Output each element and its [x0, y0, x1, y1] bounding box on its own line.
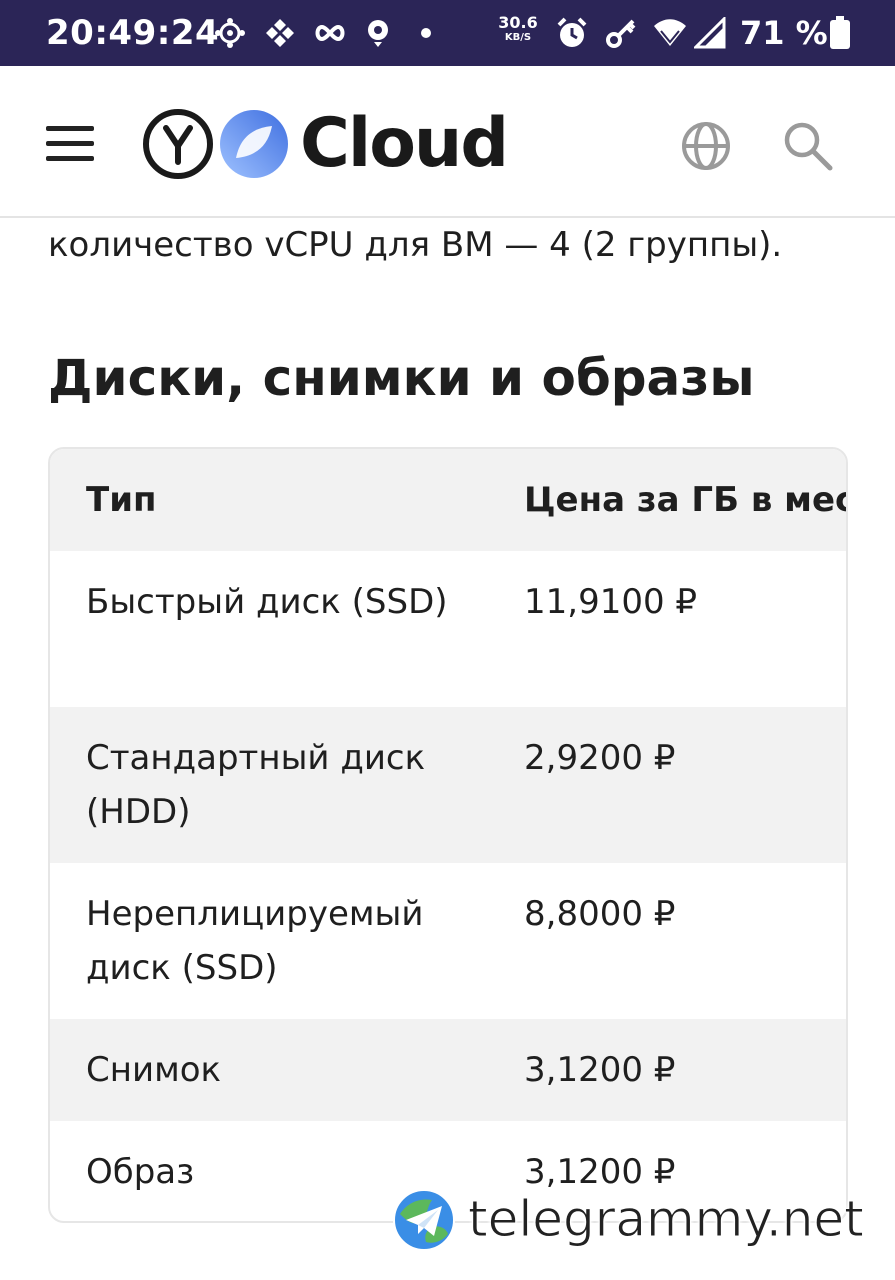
app-icon — [212, 14, 248, 52]
location-icon — [360, 14, 396, 52]
binance-icon — [262, 14, 298, 52]
network-speed: 30.6 KB/S — [497, 14, 539, 44]
signal-icon — [692, 14, 728, 52]
site-header: Cloud — [0, 66, 895, 218]
watermark-text: telegrammy.net — [468, 1190, 865, 1249]
column-header-type: Тип — [86, 480, 157, 520]
yandex-logo-icon[interactable] — [142, 108, 214, 180]
table-row: Снимок 3,1200 ₽ — [50, 1019, 846, 1121]
network-speed-value: 30.6 — [498, 13, 538, 32]
globe-icon[interactable] — [680, 120, 732, 172]
section-title: Диски, снимки и образы — [48, 349, 755, 407]
status-time: 20:49:24 — [46, 13, 220, 53]
battery-icon — [822, 14, 858, 52]
hamburger-menu-icon[interactable] — [44, 122, 96, 164]
paragraph-text: количество vCPU для ВМ — 4 (2 группы). — [48, 225, 783, 265]
row-type: Быстрый диск (SSD) — [86, 582, 448, 622]
row-price: 11,9100 ₽ — [524, 582, 698, 622]
key-icon — [604, 14, 640, 52]
search-icon[interactable] — [782, 120, 834, 172]
row-price: 2,9200 ₽ — [524, 738, 676, 778]
table-row: Стандартный диск (HDD) 2,9200 ₽ — [50, 707, 846, 863]
pricing-table[interactable]: Тип Цена за ГБ в мес Быстрый диск (SSD) … — [48, 447, 848, 1223]
network-speed-unit: KB/S — [504, 32, 532, 43]
table-row: Нереплицируемый диск (SSD) 8,8000 ₽ — [50, 863, 846, 1019]
table-header-row: Тип Цена за ГБ в мес — [50, 449, 848, 551]
row-type: Стандартный диск (HDD) — [86, 738, 426, 832]
dot-icon — [408, 14, 444, 52]
logo-text[interactable]: Cloud — [300, 102, 509, 186]
page-content: количество vCPU для ВМ — 4 (2 группы). Д… — [0, 218, 895, 1280]
row-type: Снимок — [86, 1050, 222, 1090]
alarm-icon — [554, 14, 590, 52]
wifi-icon — [652, 14, 688, 52]
row-price: 8,8000 ₽ — [524, 894, 676, 934]
infinity-icon — [312, 14, 348, 52]
battery-percent: 71 % — [740, 14, 828, 52]
status-bar: 20:49:24 30.6 KB/S 71 % — [0, 0, 895, 66]
telegram-globe-icon — [392, 1188, 456, 1252]
row-type: Нереплицируемый диск (SSD) — [86, 894, 424, 988]
cloud-logo-icon[interactable] — [218, 108, 290, 180]
row-price: 3,1200 ₽ — [524, 1050, 676, 1090]
column-header-price: Цена за ГБ в мес — [524, 480, 848, 520]
watermark: telegrammy.net — [392, 1186, 882, 1256]
table-row: Быстрый диск (SSD) 11,9100 ₽ — [50, 551, 846, 707]
